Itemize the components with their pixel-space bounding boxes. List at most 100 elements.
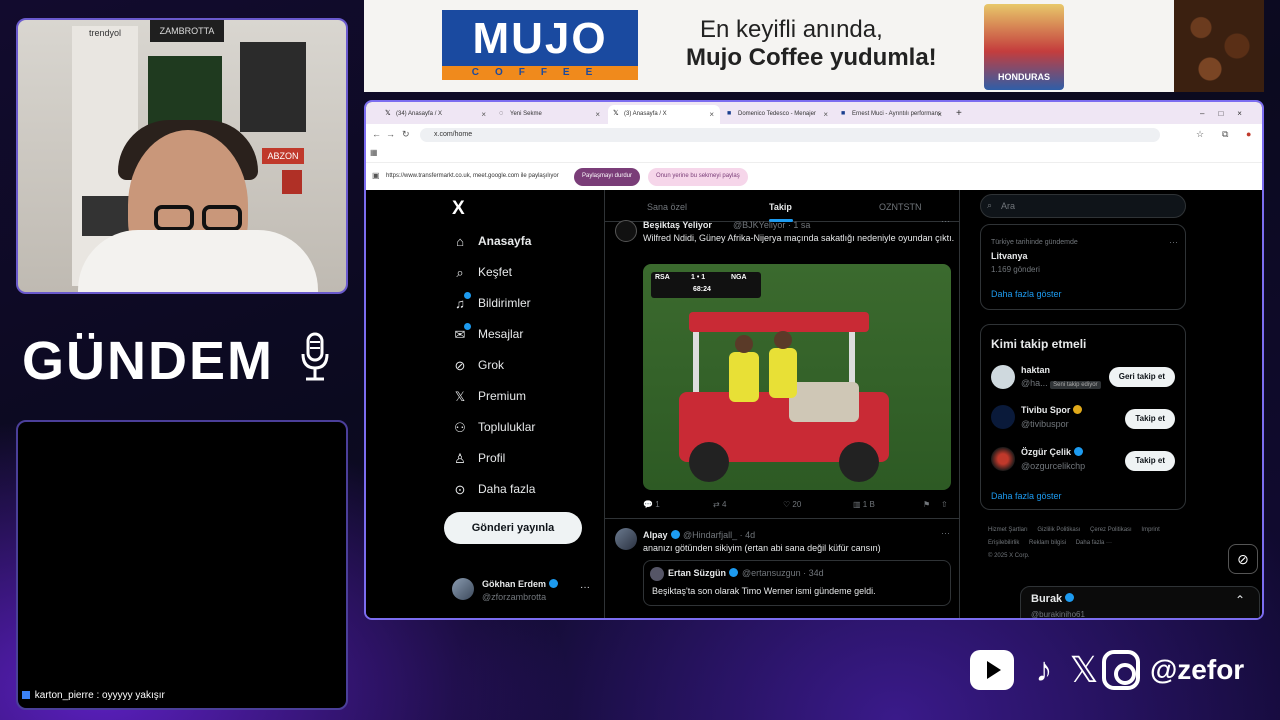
- nav-profile[interactable]: ♙ Profil: [452, 451, 505, 471]
- window-controls[interactable]: –□×: [1194, 105, 1262, 124]
- browser-tab-active[interactable]: 𝕏 (3) Anasayfa / X ×: [608, 105, 720, 124]
- trend-more-icon[interactable]: ···: [1169, 237, 1178, 247]
- top-sign: ZAMBROTTA: [150, 20, 224, 42]
- post-text: ananızı götünden sikiyim (ertan abi sana…: [643, 543, 881, 553]
- reload-icon[interactable]: ↻: [402, 129, 410, 140]
- glasses: [202, 205, 242, 231]
- back-icon[interactable]: ←: [372, 129, 381, 139]
- scorebug: RSA 1 • 1 NGA 68:24: [651, 272, 761, 298]
- nav-premium[interactable]: 𝕏 Premium: [452, 389, 526, 409]
- follow-button[interactable]: Takip et: [1125, 409, 1175, 429]
- follow-handle: @ha... Seni takip ediyor: [1021, 378, 1101, 389]
- footer-link[interactable]: Çerez Politikası: [1090, 527, 1132, 533]
- url-field[interactable]: x.com/home: [420, 128, 1160, 142]
- footer-link[interactable]: Gizlilik Politikası: [1037, 527, 1080, 533]
- follow-name[interactable]: Özgür Çelik: [1021, 447, 1084, 457]
- browser-tab[interactable]: ■ Ernest Muci - Ayrıntılı performans ×: [836, 105, 948, 124]
- nav-notifications[interactable]: ♫ Bildirimler: [452, 292, 531, 316]
- bookmark-star-icon[interactable]: ☆: [1196, 129, 1204, 140]
- profile-icon[interactable]: ●: [1246, 129, 1251, 139]
- post-author[interactable]: Alpay: [643, 530, 680, 540]
- footer-link[interactable]: Reklam bilgisi: [1029, 540, 1066, 546]
- post-avatar[interactable]: [615, 220, 637, 242]
- extensions-icon[interactable]: ⧉: [1222, 129, 1228, 140]
- close-tab-icon[interactable]: ×: [937, 110, 942, 119]
- follow-button[interactable]: Takip et: [1125, 451, 1175, 471]
- stop-sharing-button[interactable]: Paylaşmayı durdur: [574, 168, 641, 186]
- tab-bar: 𝕏 (34) Anasayfa / X × ◌ Yeni Sekme × 𝕏 (3) An…: [366, 102, 1262, 124]
- new-tab-button[interactable]: +: [950, 105, 970, 124]
- tab-favicon-icon: ■: [841, 110, 846, 117]
- follow-back-button[interactable]: Geri takip et: [1108, 367, 1175, 387]
- share-screen-icon: ▣: [372, 171, 380, 180]
- nav-grok[interactable]: ⊘ Grok: [452, 358, 504, 378]
- browser-tab[interactable]: ■ Domenico Tedesco - Menajer ×: [722, 105, 834, 124]
- x-premium-icon: 𝕏: [454, 389, 466, 404]
- footer-link[interactable]: Imprint: [1141, 527, 1159, 533]
- tab-list[interactable]: OZNTSTN: [879, 202, 922, 212]
- bookmark-icon[interactable]: ⚑: [923, 500, 930, 509]
- show-more-link[interactable]: Daha fazla göster: [991, 289, 1062, 299]
- post-avatar[interactable]: [615, 528, 637, 550]
- nav-explore[interactable]: ⌕ Keşfet: [452, 265, 512, 285]
- nav-label: Topluluklar: [478, 420, 536, 435]
- apps-grid-icon[interactable]: ▦: [370, 148, 378, 157]
- forward-icon[interactable]: →: [386, 129, 395, 139]
- quoted-post[interactable]: Ertan Süzgün @ertansuzgun · 34d Beşiktaş…: [643, 560, 951, 606]
- tab-for-you[interactable]: Sana özel: [647, 202, 687, 212]
- nav-communities[interactable]: ⚇ Topluluklar: [452, 420, 535, 440]
- footer-link[interactable]: Daha fazla ···: [1076, 540, 1112, 546]
- verified-badge-icon: [729, 568, 738, 577]
- account-avatar[interactable]: [452, 578, 474, 600]
- browser-tab[interactable]: ◌ Yeni Sekme ×: [494, 105, 606, 124]
- post-more-icon[interactable]: ···: [941, 528, 950, 538]
- tab-following[interactable]: Takip: [769, 202, 792, 212]
- expand-chevron-icon[interactable]: ⌃: [1235, 593, 1245, 607]
- close-tab-icon[interactable]: ×: [709, 110, 714, 119]
- repost-button[interactable]: ⇄ 4: [713, 500, 726, 509]
- chat-line: karton_pierre : oyyyyy yakışır: [22, 690, 165, 701]
- close-tab-icon[interactable]: ×: [481, 110, 486, 119]
- nav-label: Premium: [478, 389, 527, 404]
- follow-name[interactable]: haktan: [1021, 365, 1050, 375]
- search-input[interactable]: Ara: [980, 194, 1186, 218]
- follow-name[interactable]: Tivibu Spor: [1021, 405, 1083, 415]
- follow-avatar[interactable]: [991, 365, 1015, 389]
- footer-link[interactable]: Erişilebilirlik: [988, 540, 1019, 546]
- reply-button[interactable]: 💬 1: [643, 500, 660, 509]
- trend-title[interactable]: Litvanya: [991, 251, 1028, 261]
- post-author[interactable]: Beşiktaş Yeliyor: [643, 220, 712, 230]
- post-more-icon[interactable]: ···: [941, 216, 950, 226]
- nav-label: Bildirimler: [478, 296, 531, 311]
- messages-drawer[interactable]: Burak @burakiniho61 ⌃: [1020, 586, 1260, 618]
- repost-count: 4: [721, 500, 727, 509]
- share-icon[interactable]: ⇧: [941, 500, 948, 509]
- chat-user: karton_pierre: [34, 690, 94, 701]
- follow-avatar[interactable]: [991, 447, 1015, 471]
- follow-avatar[interactable]: [991, 405, 1015, 429]
- views-button[interactable]: ▥ 1 B: [853, 500, 875, 509]
- tiktok-icon: ♪: [1035, 651, 1053, 689]
- nav-messages[interactable]: ✉ Mesajlar: [452, 323, 523, 347]
- account-name[interactable]: Gökhan Erdem: [482, 579, 559, 589]
- follow-name-text: Tivibu Spor: [1021, 405, 1071, 415]
- close-tab-icon[interactable]: ×: [823, 110, 828, 119]
- account-more-icon[interactable]: ···: [580, 582, 590, 593]
- ad-banner[interactable]: MUJO COFFEE En keyifli anında, Mujo Coff…: [364, 0, 1264, 92]
- coffee-beans: [1174, 0, 1264, 92]
- share-this-tab-button[interactable]: Onun yerine bu sekmeyi paylaş: [648, 168, 748, 186]
- like-button[interactable]: ♡ 20: [783, 500, 801, 509]
- close-tab-icon[interactable]: ×: [595, 110, 600, 119]
- show-more-link[interactable]: Daha fazla göster: [991, 491, 1062, 501]
- post-button[interactable]: Gönderi yayınla: [444, 512, 582, 544]
- browser-tab[interactable]: 𝕏 (34) Anasayfa / X ×: [380, 105, 492, 124]
- post-image[interactable]: RSA 1 • 1 NGA 68:24: [643, 264, 951, 490]
- who-to-follow-title: Kimi takip etmeli: [991, 337, 1087, 351]
- footer-link[interactable]: Hizmet Şartları: [988, 527, 1028, 533]
- screen-share-bar: ▣ https://www.transfermarkt.co.uk, meet.…: [366, 162, 1262, 190]
- grok-fab-icon[interactable]: ⊘: [1228, 544, 1258, 574]
- nav-more[interactable]: ⊙ Daha fazla: [452, 482, 536, 502]
- x-logo-icon[interactable]: X: [452, 198, 465, 220]
- nav-home[interactable]: ⌂ Anasayfa: [452, 234, 531, 254]
- jersey-name: ABZON: [262, 148, 304, 164]
